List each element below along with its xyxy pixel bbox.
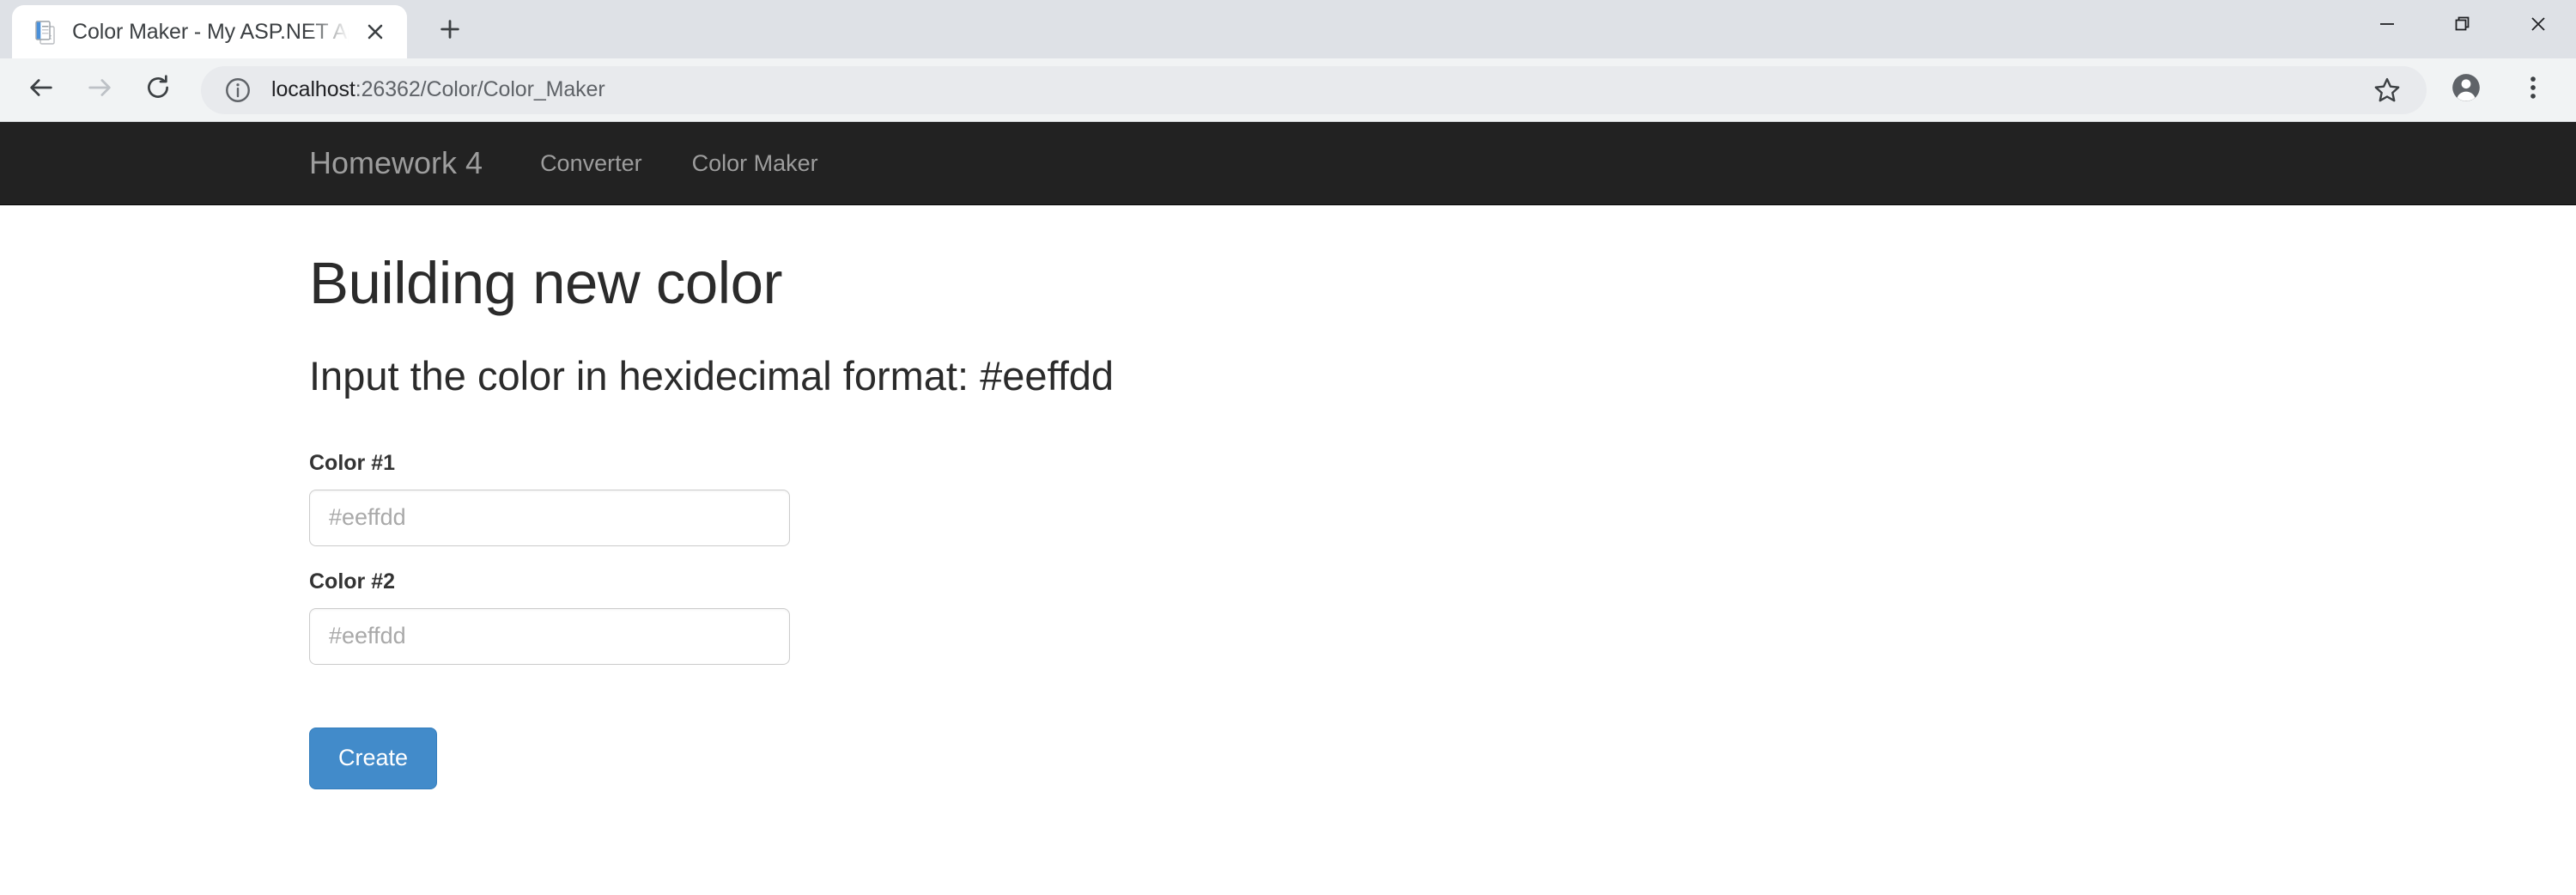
plus-icon xyxy=(438,17,462,46)
minimize-button[interactable] xyxy=(2349,0,2425,52)
browser-toolbar: localhost:26362/Color/Color_Maker xyxy=(0,58,2576,122)
restore-icon xyxy=(2453,15,2472,38)
page-title: Building new color xyxy=(309,250,783,316)
page-content: Homework 4 Converter Color Maker Buildin… xyxy=(0,122,2576,831)
color-maker-form: Color #1 Color #2 Create xyxy=(309,450,2267,789)
url-path: :26362/Color/Color_Maker xyxy=(355,77,605,101)
forward-arrow-icon xyxy=(85,73,114,107)
info-circle-icon[interactable] xyxy=(223,76,252,105)
minimize-icon xyxy=(2378,15,2397,38)
window-controls xyxy=(2349,0,2576,52)
tab-title: Color Maker - My ASP.NET Applic xyxy=(72,19,352,44)
browser-tab-color-maker[interactable]: Color Maker - My ASP.NET Applic xyxy=(12,5,407,58)
restore-button[interactable] xyxy=(2425,0,2500,52)
browser-menu-button[interactable] xyxy=(2506,63,2561,118)
create-button[interactable]: Create xyxy=(309,727,438,789)
profile-button[interactable] xyxy=(2439,63,2494,118)
form-group-color-1: Color #1 xyxy=(309,450,2267,546)
new-tab-button[interactable] xyxy=(426,7,474,55)
input-color-2[interactable] xyxy=(309,607,790,665)
main-container: Building new color Input the color in he… xyxy=(309,205,2267,831)
reload-icon xyxy=(143,73,173,107)
reload-button[interactable] xyxy=(129,61,187,119)
window-close-button[interactable] xyxy=(2500,0,2576,52)
navbar-brand[interactable]: Homework 4 xyxy=(309,148,483,179)
tab-strip: Color Maker - My ASP.NET Applic xyxy=(0,0,2576,58)
address-bar[interactable]: localhost:26362/Color/Color_Maker xyxy=(201,64,2427,116)
back-button[interactable] xyxy=(12,61,70,119)
nav-link-converter[interactable]: Converter xyxy=(515,151,667,175)
label-color-1: Color #1 xyxy=(309,450,396,475)
url-host: localhost xyxy=(271,77,355,101)
back-arrow-icon xyxy=(27,73,56,107)
site-navbar: Homework 4 Converter Color Maker xyxy=(0,122,2576,205)
nav-link-color-maker[interactable]: Color Maker xyxy=(667,151,843,175)
close-icon[interactable] xyxy=(357,14,393,50)
forward-button xyxy=(70,61,129,119)
input-color-1[interactable] xyxy=(309,489,790,546)
bookmark-star-icon[interactable] xyxy=(2361,64,2413,116)
label-color-2: Color #2 xyxy=(309,569,396,594)
address-bar-url: localhost:26362/Color/Color_Maker xyxy=(271,77,605,102)
page-subtitle: Input the color in hexidecimal format: #… xyxy=(309,352,1115,399)
profile-avatar-icon xyxy=(2450,71,2482,108)
form-group-color-2: Color #2 xyxy=(309,569,2267,665)
window-close-icon xyxy=(2528,14,2549,39)
browser-window: Color Maker - My ASP.NET Applic xyxy=(0,0,2576,895)
three-dot-menu-icon xyxy=(2518,73,2548,107)
document-favicon-icon xyxy=(31,18,58,46)
